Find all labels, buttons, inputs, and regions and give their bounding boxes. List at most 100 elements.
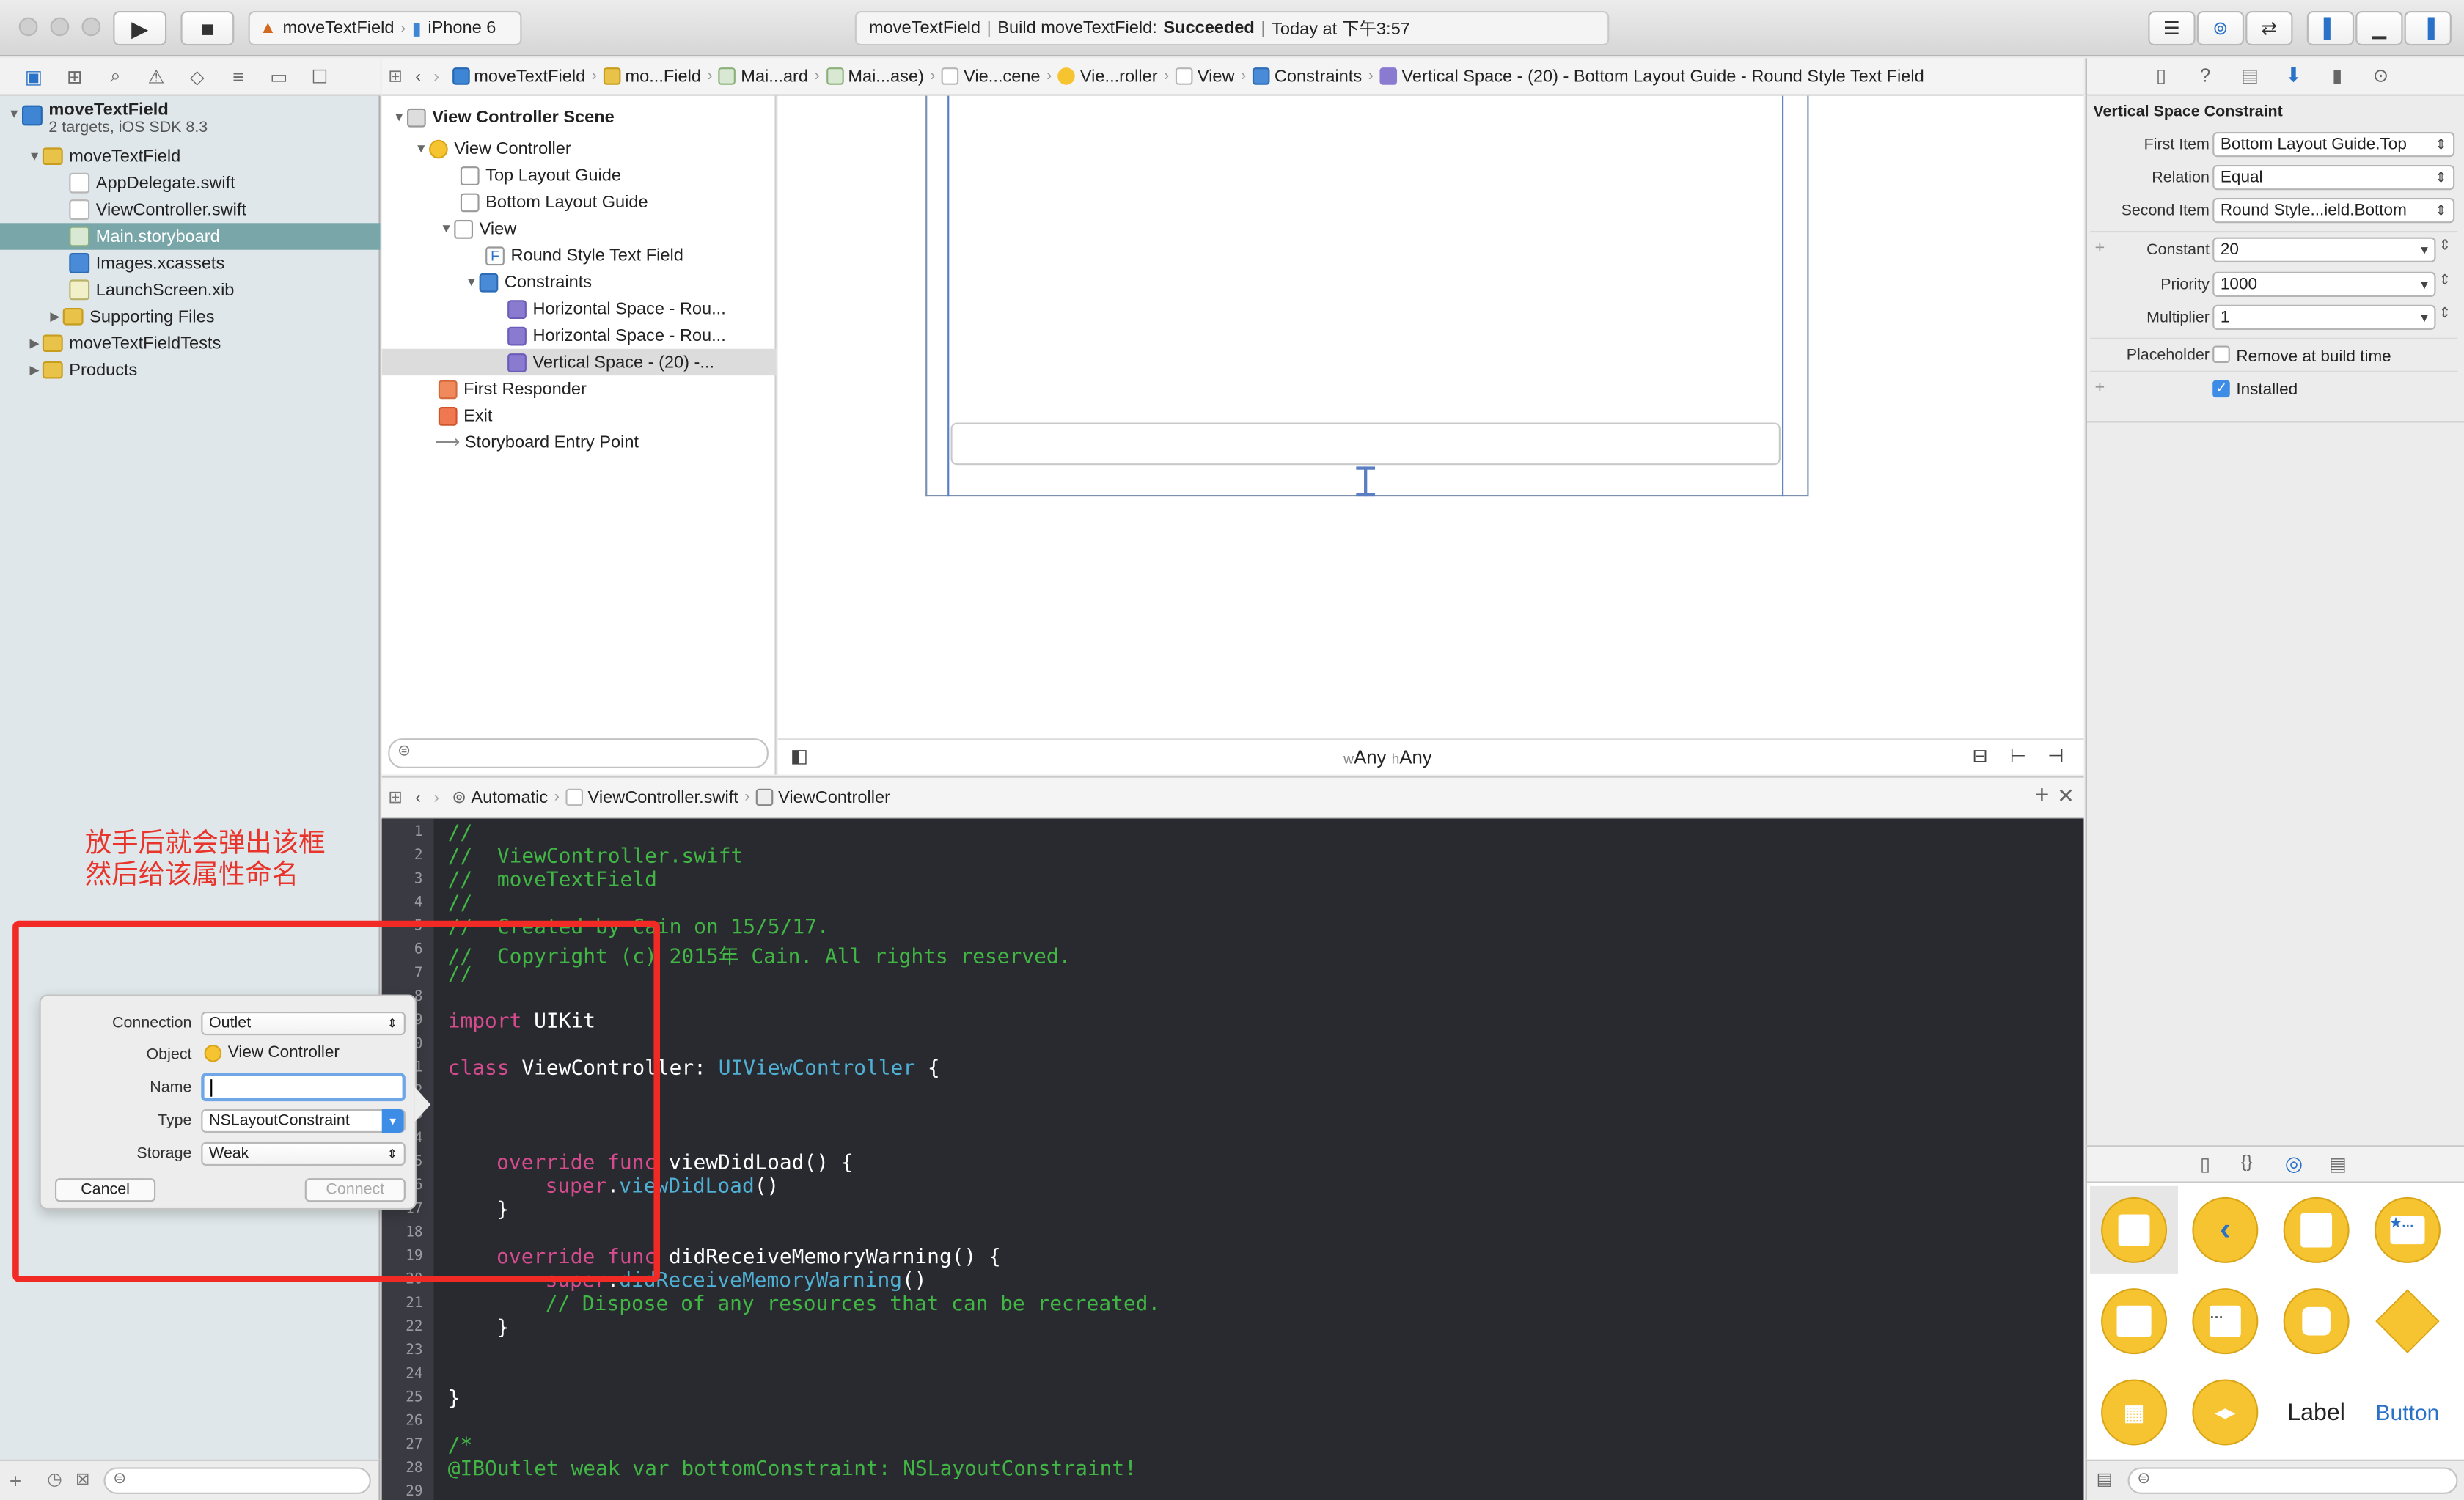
forward-arrow-icon[interactable]: › (428, 67, 446, 86)
stop-button[interactable]: ■ (180, 11, 235, 46)
constant-field[interactable]: 20 ▾ (2212, 237, 2436, 262)
outline-row[interactable]: Horizontal Space - Rou... (382, 322, 777, 348)
pin-icon[interactable]: ⊢ (2010, 745, 2026, 767)
navigation-controller-item[interactable]: ‹ (2181, 1186, 2269, 1274)
debug-icon[interactable]: ≡ (227, 65, 250, 88)
group-row[interactable]: ▶ Products (0, 356, 381, 383)
connect-button[interactable]: Connect (304, 1178, 406, 1202)
media-library-icon[interactable]: ▤ (2329, 1153, 2347, 1175)
outline-row[interactable]: ▼ View Controller (382, 135, 777, 161)
symbol-icon[interactable]: ⊞ (63, 65, 87, 88)
interface-builder-canvas[interactable]: ◧ wAny hAny ⊟ ⊢ ⊣ (777, 95, 2084, 775)
button-item[interactable]: Button (2364, 1368, 2452, 1456)
outline-row-selected[interactable]: Vertical Space - (20) -... (381, 348, 777, 376)
project-row[interactable]: ▼ moveTextField 2 targets, iOS SDK 8.3 (0, 100, 381, 144)
warning-icon[interactable]: ⚠ (144, 65, 168, 88)
outline-filter-input[interactable]: ⊜ (388, 738, 769, 768)
identity-inspector-icon[interactable]: ▤ (2241, 65, 2259, 87)
toggle-utilities-button[interactable]: ▐ (2404, 11, 2452, 46)
resolve-icon[interactable]: ⊣ (2047, 745, 2064, 767)
breadcrumb-item[interactable]: ViewController.swift (560, 788, 744, 806)
file-row[interactable]: Images.xcassets (0, 250, 381, 276)
forward-arrow-icon[interactable]: › (428, 788, 446, 807)
size-inspector-icon[interactable]: ▮ (2332, 65, 2342, 87)
navigator-filter-input[interactable]: ⊜ (103, 1467, 371, 1494)
disclosure-down-icon[interactable]: ▼ (392, 110, 407, 124)
breadcrumb-item[interactable]: Vie...roller (1052, 67, 1164, 86)
attributes-inspector-icon[interactable]: ⬇ (2285, 63, 2302, 88)
toggle-outline-icon[interactable]: ◧ (791, 745, 808, 767)
zoom-window-button[interactable] (81, 17, 101, 37)
disclosure-right-icon[interactable]: ▶ (47, 309, 62, 323)
related-items-icon[interactable]: ⊞ (382, 787, 409, 808)
stepper-icon[interactable]: ⇕ (2439, 305, 2451, 323)
installed-checkbox[interactable]: ✓ (2212, 380, 2230, 398)
outline-row[interactable]: Horizontal Space - Rou... (382, 295, 777, 322)
outline-scene-row[interactable]: ▼ View Controller Scene (382, 103, 777, 130)
file-inspector-icon[interactable]: ▯ (2156, 65, 2166, 87)
code-snippet-icon[interactable]: {} (2241, 1153, 2253, 1172)
label-item[interactable]: Label (2273, 1368, 2361, 1456)
collection-view-item[interactable]: ▦ (2090, 1368, 2178, 1456)
stepper-icon[interactable]: ⇕ (2439, 238, 2451, 255)
outline-row[interactable]: ▼ View (382, 216, 777, 242)
vertical-space-constraint-line[interactable] (1364, 466, 1368, 497)
page-view-controller-item[interactable]: … (2181, 1277, 2269, 1365)
file-row[interactable]: ViewController.swift (0, 196, 381, 223)
add-variation-icon[interactable]: + (2094, 378, 2105, 397)
group-row[interactable]: ▼ moveTextField (0, 143, 381, 169)
remove-at-build-checkbox[interactable] (2212, 345, 2230, 364)
outline-row[interactable]: ▼ Constraints (382, 268, 777, 295)
breadcrumb-item[interactable]: mo...Field (597, 67, 708, 86)
breadcrumb-item[interactable]: Constraints (1246, 67, 1368, 86)
second-item-select[interactable]: Round Style...ield.Bottom ⇕ (2212, 198, 2455, 224)
add-assistant-icon[interactable]: + (2034, 782, 2049, 811)
breadcrumb-item[interactable]: moveTextField (446, 67, 592, 86)
back-arrow-icon[interactable]: ‹ (409, 788, 428, 807)
scm-icon[interactable]: ⊠ (76, 1469, 90, 1490)
size-class-control[interactable]: wAny hAny (1343, 746, 1432, 768)
assistant-editor-button[interactable]: ⊚ (2196, 11, 2245, 46)
breadcrumb-item[interactable]: ViewController (750, 788, 897, 806)
group-row[interactable]: ▶ Supporting Files (0, 304, 381, 330)
relation-select[interactable]: Equal ⇕ (2212, 165, 2455, 191)
version-editor-button[interactable]: ⇄ (2245, 11, 2293, 46)
disclosure-down-icon[interactable]: ▼ (439, 221, 454, 235)
view-controller-item[interactable] (2090, 1185, 2179, 1274)
collection-view-controller-item[interactable]: ★… (2364, 1186, 2452, 1274)
chevron-down-icon[interactable]: ▾ (381, 1109, 404, 1133)
library-filter-input[interactable]: ⊜ (2127, 1467, 2458, 1494)
help-inspector-icon[interactable]: ? (2200, 65, 2210, 87)
glkit-view-controller-item[interactable] (2273, 1277, 2361, 1365)
breakpoint-icon[interactable]: ▭ (267, 65, 290, 88)
align-icon[interactable]: ⊟ (1972, 745, 1988, 767)
related-items-icon[interactable]: ⊞ (382, 66, 409, 87)
cancel-button[interactable]: Cancel (55, 1178, 156, 1202)
test-icon[interactable]: ◇ (186, 65, 209, 88)
folder-icon[interactable]: ▣ (22, 65, 45, 88)
table-view-controller-item[interactable] (2273, 1186, 2361, 1274)
outline-row[interactable]: Top Layout Guide (382, 162, 777, 188)
recent-icon[interactable]: ◷ (47, 1469, 62, 1490)
priority-field[interactable]: 1000 ▾ (2212, 271, 2436, 298)
disclosure-down-icon[interactable]: ▼ (414, 141, 429, 155)
standard-editor-button[interactable]: ☰ (2148, 11, 2196, 46)
disclosure-down-icon[interactable]: ▼ (26, 150, 42, 163)
connections-inspector-icon[interactable]: ⊙ (2373, 65, 2389, 87)
outline-row[interactable]: Exit (382, 402, 777, 429)
connection-select[interactable]: Outlet ⇕ (201, 1012, 406, 1036)
add-icon[interactable]: + (10, 1469, 21, 1493)
breadcrumb-item[interactable]: View (1169, 67, 1241, 86)
breadcrumb-item[interactable]: Mai...ard (713, 67, 815, 86)
outline-row[interactable]: First Responder (382, 375, 777, 402)
disclosure-right-icon[interactable]: ▶ (26, 337, 42, 350)
breadcrumb-item[interactable]: Mai...ase) (820, 67, 931, 86)
object-item[interactable] (2364, 1277, 2452, 1365)
toggle-navigator-button[interactable]: ▌ (2306, 11, 2355, 46)
disclosure-right-icon[interactable]: ▶ (26, 363, 42, 377)
disclosure-down-icon[interactable]: ▼ (7, 107, 22, 121)
av-player-item[interactable]: ◂▸ (2181, 1368, 2269, 1456)
outline-row[interactable]: F Round Style Text Field (382, 242, 777, 268)
grid-view-icon[interactable]: ▤ (2097, 1469, 2113, 1490)
breadcrumb-item[interactable]: Vertical Space - (20) - Bottom Layout Gu… (1374, 67, 1930, 86)
